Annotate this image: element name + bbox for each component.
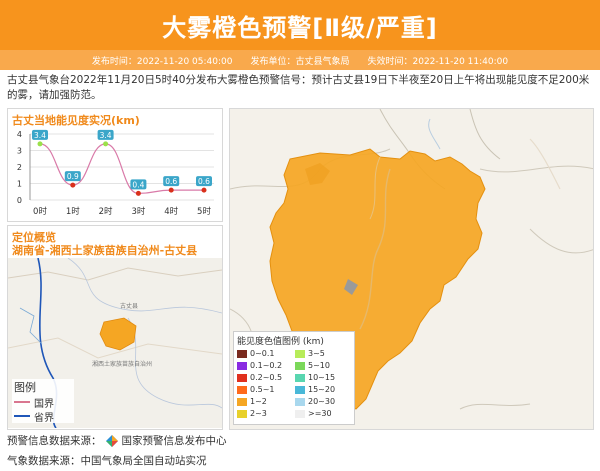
visibility-legend-item: 0.5~1 (237, 384, 295, 395)
location-overview-panel: 定位概览 湖南省-湘西土家族苗族自治州-古丈县 古丈县 湘西土家族苗族自治州 图… (7, 225, 223, 430)
visibility-legend-label: 3~5 (308, 349, 325, 358)
weather-source-label: 气象数据来源：中国气象局全国自动站实况 (7, 455, 207, 467)
warning-source-name[interactable]: 国家预警信息发布中心 (122, 433, 227, 448)
provincial-border-swatch (14, 415, 30, 417)
visibility-chart-panel: 古丈当地能见度实况(km) 4 3 2 1 0 3.4 0时 0.9 1时 3.4 2时 0.4 3时 0… (7, 108, 223, 222)
visibility-legend-swatch (295, 349, 305, 358)
y-tick-label: 3 (17, 147, 22, 156)
visibility-chart: 4 3 2 1 0 3.4 0时 0.9 1时 3.4 2时 0.4 3时 0.6 4时 0.6 5时 (17, 129, 214, 217)
visibility-legend-item: 2~3 (237, 408, 295, 419)
data-point (37, 141, 43, 147)
visibility-legend-swatch (295, 385, 305, 394)
y-tick-label: 4 (17, 130, 22, 139)
visibility-color-legend: 能见度色值图例 (km) 0~0.1 3~5 0.1~0.2 5~10 0.2~0.5 1… (233, 331, 355, 425)
data-label: 3.4 (34, 131, 46, 140)
x-tick-label: 1时 (66, 206, 80, 217)
legend-national-label: 国界 (34, 398, 54, 410)
visibility-legend-item: 0~0.1 (237, 348, 295, 359)
warning-description: 古丈县气象台2022年11月20日5时40分发布大雾橙色预警信号：预计古丈县19… (7, 74, 590, 101)
data-point (201, 187, 207, 193)
visibility-legend-item: 5~10 (295, 360, 353, 371)
visibility-legend-swatch (295, 397, 305, 406)
legend-provincial-border: 省界 (12, 409, 74, 424)
release-center-logo-icon (105, 434, 118, 447)
y-tick-label: 1 (17, 180, 22, 189)
data-point (103, 141, 109, 147)
legend-national-border: 国界 (12, 395, 74, 410)
data-point (135, 190, 141, 196)
data-label: 3.4 (100, 131, 112, 140)
visibility-legend-label: >=30 (308, 409, 332, 418)
location-region: 湖南省-湘西土家族苗族自治州-古丈县 (12, 244, 198, 257)
map-label-guzhang: 古丈县 (120, 302, 138, 310)
visibility-legend-label: 1~2 (250, 397, 267, 406)
map-label-xiangxi: 湘西土家族苗族自治州 (92, 360, 152, 368)
data-label: 0.9 (67, 172, 79, 181)
visibility-legend-label: 15~20 (308, 385, 336, 394)
issue-time: 发布时间：2022-11-20 05:40:00 (91, 56, 233, 67)
warning-title: 大雾橙色预警[Ⅱ级/严重] (162, 13, 438, 42)
y-tick-label: 0 (17, 196, 22, 205)
visibility-legend-swatch (237, 385, 247, 394)
visibility-legend-label: 2~3 (250, 409, 267, 418)
visibility-legend-label: 5~10 (308, 361, 330, 370)
expire-time: 失效时间：2022-11-20 11:40:00 (367, 56, 509, 67)
data-point (70, 182, 76, 188)
visibility-legend-swatch (237, 373, 247, 382)
visibility-legend-swatch (295, 361, 305, 370)
visibility-legend-item: 0.1~0.2 (237, 360, 295, 371)
warning-source-line: 预警信息数据来源： 国家预警信息发布中心 (7, 433, 227, 448)
visibility-legend-label: 0.5~1 (250, 385, 275, 394)
warning-meta-bar: 发布时间：2022-11-20 05:40:00 发布单位：古丈县气象局 失效时… (0, 50, 600, 70)
x-tick-label: 2时 (99, 206, 113, 217)
visibility-legend-label: 20~30 (308, 397, 336, 406)
visibility-legend-grid: 0~0.1 3~5 0.1~0.2 5~10 0.2~0.5 10~15 0.5~1 15~2… (237, 348, 351, 419)
x-tick-label: 5时 (197, 206, 211, 217)
visibility-legend-label: 0.2~0.5 (250, 373, 283, 382)
data-label: 0.6 (198, 177, 210, 186)
visibility-legend-item: 15~20 (295, 384, 353, 395)
weather-source-line: 气象数据来源：中国气象局全国自动站实况 (7, 453, 207, 468)
x-tick-label: 0时 (33, 206, 47, 217)
visibility-legend-label: 0~0.1 (250, 349, 275, 358)
visibility-legend-item: 0.2~0.5 (237, 372, 295, 383)
visibility-legend-item: 10~15 (295, 372, 353, 383)
visibility-legend-item: 3~5 (295, 348, 353, 359)
legend-provincial-label: 省界 (34, 412, 54, 424)
issuer: 发布单位：古丈县气象局 (250, 56, 350, 67)
visibility-legend-item: 20~30 (295, 396, 353, 407)
fog-area-map[interactable]: 能见度色值图例 (km) 0~0.1 3~5 0.1~0.2 5~10 0.2~0.5 1… (229, 108, 594, 430)
x-tick-label: 3时 (131, 206, 145, 217)
x-tick-label: 4时 (164, 206, 178, 217)
visibility-legend-swatch (237, 349, 247, 358)
y-tick-label: 2 (17, 163, 22, 172)
national-border-swatch (14, 401, 30, 403)
warning-header: 大雾橙色预警[Ⅱ级/严重] (0, 0, 600, 50)
map-legend: 图例 国界 省界 (12, 379, 74, 424)
map-legend-title: 图例 (14, 381, 36, 394)
data-label: 0.4 (132, 180, 144, 189)
visibility-legend-label: 0.1~0.2 (250, 361, 283, 370)
visibility-legend-item: >=30 (295, 408, 353, 419)
data-point (168, 187, 174, 193)
visibility-legend-label: 10~15 (308, 373, 336, 382)
visibility-legend-swatch (237, 409, 247, 418)
visibility-line (39, 143, 204, 195)
visibility-legend-swatch (237, 397, 247, 406)
data-label: 0.6 (165, 177, 177, 186)
visibility-legend-title: 能见度色值图例 (km) (237, 337, 324, 347)
warning-source-label: 预警信息数据来源： (7, 435, 102, 447)
visibility-legend-swatch (295, 373, 305, 382)
visibility-legend-item: 1~2 (237, 396, 295, 407)
visibility-legend-swatch (295, 409, 305, 418)
visibility-legend-swatch (237, 361, 247, 370)
